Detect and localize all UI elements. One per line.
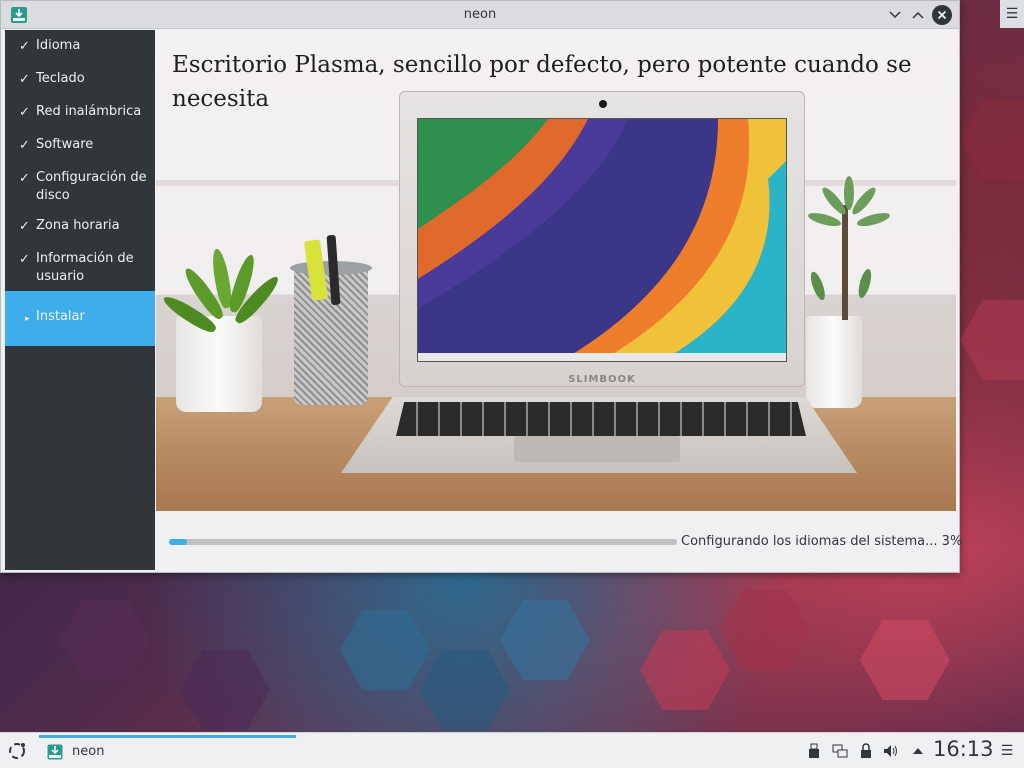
install-progress-fill	[169, 539, 188, 545]
desktop-menu-button[interactable]: ☰	[1000, 0, 1024, 28]
succulent-leaf	[855, 210, 892, 229]
succulent-stem	[842, 205, 848, 320]
slide-caption: Escritorio Plasma, sencillo por defecto,…	[172, 52, 912, 112]
wallpaper-hexagon	[960, 300, 1024, 380]
succulent-leaf	[844, 176, 854, 210]
wallpaper-hexagon	[340, 610, 430, 690]
maximize-button[interactable]	[908, 5, 928, 25]
hamburger-icon: ☰	[1000, 743, 1014, 759]
wallpaper-hexagon	[500, 600, 590, 680]
application-launcher-icon[interactable]	[7, 741, 27, 761]
lock-icon[interactable]	[858, 742, 874, 760]
close-icon	[937, 10, 947, 20]
volume-icon[interactable]	[883, 742, 899, 760]
hamburger-icon: ☰	[1005, 6, 1019, 22]
wallpaper-hexagon	[180, 650, 270, 730]
maximize-icon	[912, 11, 924, 19]
title-bar[interactable]: neon	[1, 1, 959, 29]
wallpaper-hexagon	[60, 600, 150, 680]
step-label: Zona horaria	[36, 218, 120, 233]
plant-pot	[176, 316, 262, 412]
step-label: Instalar	[36, 309, 85, 324]
network-icon[interactable]	[832, 742, 848, 760]
window-title: neon	[463, 7, 497, 22]
check-icon: ✓	[19, 171, 30, 186]
slideshow-image: SLIMBOOK Escritorio Plasma, sencillo por…	[156, 30, 956, 511]
check-icon: ✓	[19, 39, 30, 54]
laptop-keyboard	[396, 402, 806, 436]
step-instalar: ▸ Instalar	[5, 291, 155, 346]
laptop-screen	[417, 118, 787, 362]
expand-tray-icon[interactable]	[910, 742, 926, 760]
usb-device-icon[interactable]	[806, 742, 822, 760]
taskbar: neon 16:13 ☰	[0, 732, 1024, 768]
step-label: Configuración de disco	[36, 170, 147, 203]
wallpaper-hexagon	[640, 630, 730, 710]
install-progress-bar	[169, 539, 677, 545]
check-icon: ✓	[19, 252, 30, 267]
content-pane: SLIMBOOK Escritorio Plasma, sencillo por…	[156, 30, 962, 570]
steps-sidebar: ✓ Idioma ✓ Teclado ✓ Red inalámbrica ✓ S…	[5, 30, 155, 570]
step-label: Red inalámbrica	[36, 104, 142, 119]
laptop-touchpad	[514, 436, 680, 462]
task-active-indicator	[39, 735, 296, 738]
succulent-leaf	[856, 267, 874, 300]
wallpaper-hexagon	[720, 590, 810, 670]
installer-window: neon ✓ Idioma ✓ Teclado ✓ Red inalámbric…	[0, 0, 962, 573]
digital-clock[interactable]: 16:13	[933, 737, 994, 761]
check-icon: ✓	[19, 105, 30, 120]
step-label: Software	[36, 137, 94, 152]
check-icon: ✓	[19, 72, 30, 87]
close-button[interactable]	[932, 5, 952, 25]
step-label: Información de usuario	[36, 251, 134, 284]
laptop-brand-label: SLIMBOOK	[568, 374, 636, 385]
succulent-leaf	[806, 210, 843, 229]
step-label: Idioma	[36, 38, 81, 53]
install-progress-status: Configurando los idiomas del sistema... …	[681, 534, 963, 549]
step-label: Teclado	[36, 71, 85, 86]
wallpaper-hexagon	[860, 620, 950, 700]
succulent-leaf	[808, 270, 828, 302]
plasma-wallpaper	[418, 119, 786, 361]
task-label: neon	[72, 744, 105, 759]
check-icon: ✓	[19, 219, 30, 234]
minimize-button[interactable]	[885, 5, 905, 25]
task-button-neon[interactable]: neon	[39, 735, 296, 767]
succulent-pot	[806, 316, 862, 408]
installer-download-icon	[47, 744, 63, 760]
panel-menu-button[interactable]: ☰	[999, 741, 1015, 761]
wallpaper-hexagon	[420, 650, 510, 730]
wallpaper-hexagon	[960, 100, 1024, 180]
check-icon: ✓	[19, 138, 30, 153]
minimize-icon	[889, 11, 901, 19]
